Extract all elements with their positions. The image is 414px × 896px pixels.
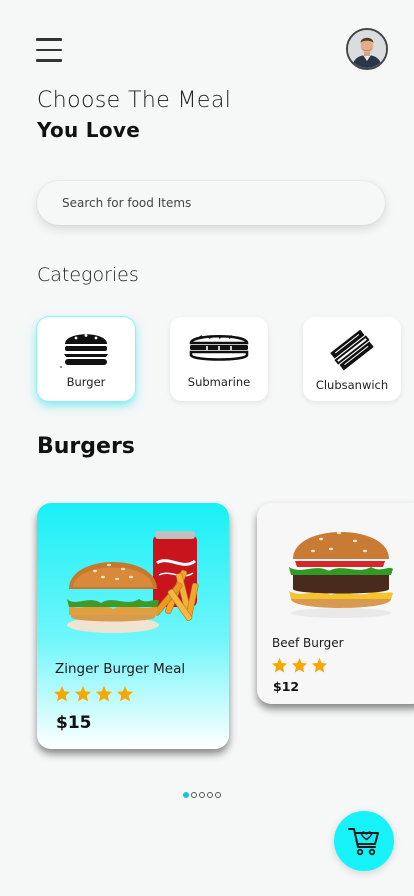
hamburger-menu-icon[interactable]	[36, 38, 62, 62]
burger-icon	[37, 328, 135, 368]
rating-stars	[53, 685, 134, 703]
food-price: $12	[273, 679, 300, 694]
star-icon	[54, 686, 70, 702]
carousel-pagination	[183, 792, 221, 798]
category-submarine[interactable]: Submarine	[170, 317, 268, 401]
category-club-sandwich[interactable]: Clubsanwich	[303, 317, 401, 401]
category-label: Submarine	[187, 375, 251, 389]
pagination-dot[interactable]	[199, 792, 205, 798]
food-price: $15	[56, 713, 92, 733]
beef-burger-image	[285, 519, 397, 623]
pagination-dot[interactable]	[183, 792, 189, 798]
food-card-zinger[interactable]: Zinger Burger Meal $15	[37, 503, 229, 749]
star-icon	[75, 686, 91, 702]
pagination-dot[interactable]	[207, 792, 213, 798]
cart-button[interactable]	[334, 811, 394, 871]
star-icon	[311, 657, 328, 673]
star-icon	[96, 686, 112, 702]
category-label: Burger	[66, 375, 106, 389]
hero-title-line2: You Love	[37, 118, 141, 142]
cart-heart-icon	[348, 828, 379, 856]
food-name: Zinger Burger Meal	[55, 661, 186, 677]
food-card-beef[interactable]: Beef Burger $12	[257, 503, 414, 704]
star-icon	[117, 686, 133, 702]
food-name: Beef Burger	[272, 636, 344, 650]
star-icon	[291, 657, 308, 673]
hero-title-line1: Choose The Meal	[37, 88, 232, 113]
category-label: Clubsanwich	[315, 378, 389, 392]
category-burger[interactable]: Burger	[37, 317, 135, 401]
rating-stars	[271, 657, 328, 674]
club-sandwich-icon	[303, 325, 401, 375]
categories-title: Categories	[37, 264, 139, 286]
user-avatar[interactable]	[346, 28, 388, 70]
section-title: Burgers	[37, 434, 135, 459]
pagination-dot[interactable]	[215, 792, 221, 798]
search-input[interactable]	[37, 181, 385, 225]
zinger-meal-image	[61, 527, 211, 643]
submarine-sandwich-icon	[170, 331, 268, 363]
star-icon	[271, 657, 288, 673]
pagination-dot[interactable]	[191, 792, 197, 798]
